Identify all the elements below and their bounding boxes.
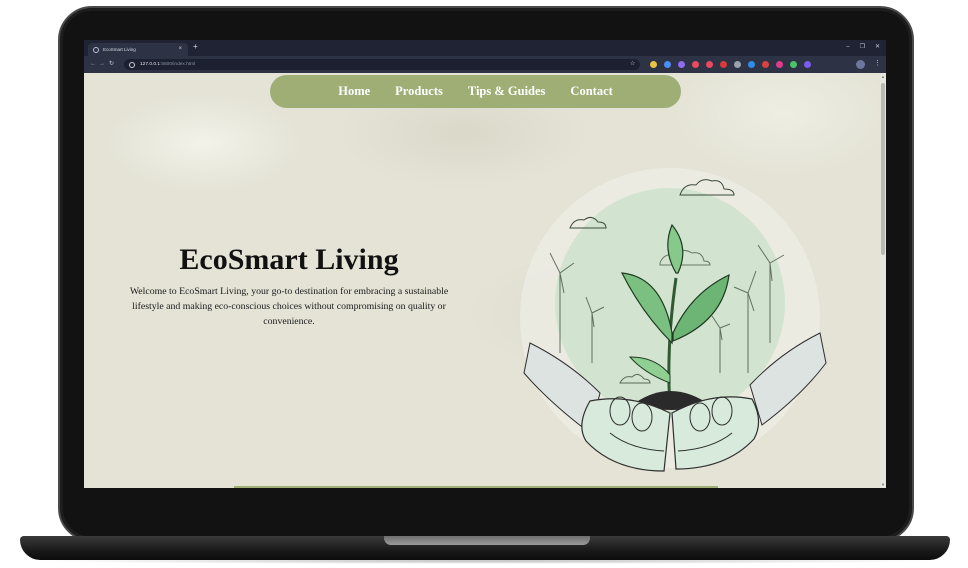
bookmark-star-icon[interactable]: ☆	[630, 60, 635, 68]
tab-title: EcoSmart Living	[103, 47, 136, 52]
back-icon[interactable]: ←	[90, 60, 96, 68]
address-bar[interactable]: 127.0.0.1:5500/index.html	[124, 59, 640, 70]
site-info-icon[interactable]	[129, 61, 135, 68]
section-divider	[234, 486, 718, 488]
extension-icon[interactable]	[650, 61, 657, 68]
nav-link-products[interactable]: Products	[395, 84, 443, 99]
extensions-bar	[650, 61, 811, 68]
plant-in-hands-illustration	[520, 168, 827, 472]
forward-icon[interactable]: →	[99, 60, 105, 68]
maximize-button[interactable]: ❐	[860, 43, 865, 51]
minimize-button[interactable]: –	[846, 43, 849, 51]
scrollbar-thumb[interactable]	[881, 83, 885, 255]
new-tab-button[interactable]: +	[193, 42, 198, 52]
nav-link-tips-guides[interactable]: Tips & Guides	[468, 84, 546, 99]
web-page: Home Products Tips & Guides Contact EcoS…	[84, 73, 880, 488]
nav-link-contact[interactable]: Contact	[570, 84, 612, 99]
extension-icon[interactable]	[678, 61, 685, 68]
main-navbar: Home Products Tips & Guides Contact	[270, 75, 681, 108]
hero-title: EcoSmart Living	[179, 243, 399, 276]
url-path: :5500/index.html	[160, 62, 196, 67]
url-host: 127.0.0.1	[140, 62, 161, 67]
close-tab-icon[interactable]: ×	[178, 45, 182, 53]
extension-icon[interactable]	[790, 61, 797, 68]
scroll-down-arrow-icon[interactable]: ▼	[881, 482, 885, 487]
reload-icon[interactable]: ↻	[109, 60, 114, 68]
extension-icon[interactable]	[692, 61, 699, 68]
browser-tab[interactable]: EcoSmart Living ×	[88, 43, 188, 56]
page-scrollbar[interactable]: ▲ ▼	[880, 73, 886, 488]
nav-link-home[interactable]: Home	[338, 84, 370, 99]
profile-avatar[interactable]	[856, 60, 865, 69]
close-window-button[interactable]: ✕	[875, 43, 880, 51]
extension-icon[interactable]	[734, 61, 741, 68]
scroll-up-arrow-icon[interactable]: ▲	[881, 74, 885, 79]
laptop-screen: EcoSmart Living × + – ❐ ✕ ← → ↻ 127.0.0.…	[84, 40, 886, 488]
browser-tab-strip: EcoSmart Living × + – ❐ ✕	[84, 40, 886, 56]
extension-icon[interactable]	[706, 61, 713, 68]
browser-menu-icon[interactable]: ⋮	[874, 59, 881, 68]
extension-icon[interactable]	[804, 61, 811, 68]
extension-icon[interactable]	[762, 61, 769, 68]
extension-icon[interactable]	[664, 61, 671, 68]
extension-icon[interactable]	[748, 61, 755, 68]
laptop-hinge-notch	[384, 536, 590, 545]
globe-icon	[93, 46, 99, 53]
window-controls: – ❐ ✕	[846, 43, 880, 51]
extension-icon[interactable]	[776, 61, 783, 68]
hero-description: Welcome to EcoSmart Living, your go-to d…	[129, 286, 449, 327]
browser-toolbar: ← → ↻ 127.0.0.1:5500/index.html ☆ ⋮	[84, 56, 886, 73]
extension-icon[interactable]	[720, 61, 727, 68]
